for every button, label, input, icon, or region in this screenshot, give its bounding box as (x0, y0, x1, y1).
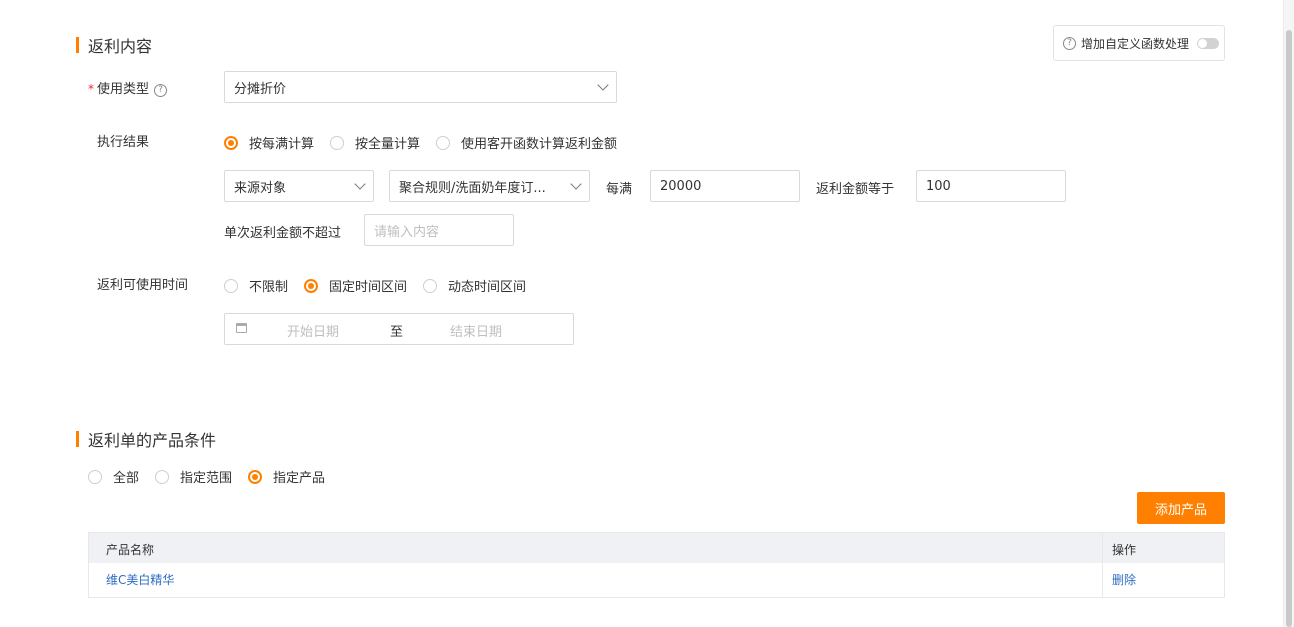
radio-label: 动态时间区间 (448, 280, 527, 295)
chevron-down-icon (354, 178, 366, 190)
column-header-product-name: 产品名称 (106, 543, 155, 557)
radio-circle (304, 278, 319, 293)
start-date-input[interactable]: 开始日期 (287, 321, 339, 340)
every-label: 每满 (606, 182, 633, 197)
section-accent-bar (76, 431, 79, 447)
radio-full-amount[interactable]: 按全量计算 (330, 133, 420, 152)
chevron-down-icon (597, 79, 609, 91)
radio-specified-products[interactable]: 指定产品 (248, 467, 325, 486)
rebate-content-title: 返利内容 (88, 37, 153, 56)
delete-product-link[interactable]: 删除 (1112, 571, 1136, 588)
radio-per-threshold[interactable]: 按每满计算 (224, 133, 314, 152)
usage-time-label: 返利可使用时间 (97, 278, 189, 293)
usage-type-value: 分摊折价 (234, 81, 287, 97)
rebate-content-section-title: 返利内容 (76, 33, 152, 57)
custom-function-switch[interactable] (1197, 37, 1220, 49)
product-name-link[interactable]: 维C美白精华 (106, 571, 174, 588)
usage-time-radio-group: 不限制 固定时间区间 动态时间区间 (224, 276, 542, 295)
radio-circle (155, 469, 170, 484)
radio-label: 按全量计算 (355, 137, 421, 152)
radio-circle (224, 278, 238, 293)
radio-circle (423, 278, 438, 293)
chevron-down-icon (570, 178, 582, 190)
execution-result-label: 执行结果 (97, 135, 150, 150)
every-threshold-input[interactable]: 20000 (650, 170, 800, 202)
rebate-equals-label: 返利金额等于 (816, 182, 895, 197)
column-header-action: 操作 (1112, 543, 1137, 557)
end-date-input[interactable]: 结束日期 (450, 321, 502, 340)
radio-circle (88, 469, 102, 484)
product-scope-radio-group: 全部 指定范围 指定产品 (88, 467, 341, 486)
execution-result-radio-group: 按每满计算 按全量计算 使用客开函数计算返利金额 (224, 133, 633, 152)
radio-all-products[interactable]: 全部 (88, 467, 139, 486)
custom-function-label: 增加自定义函数处理 (1081, 36, 1190, 51)
product-conditions-section-title: 返利单的产品条件 (76, 427, 216, 451)
radio-label: 按每满计算 (249, 137, 315, 152)
radio-label: 使用客开函数计算返利金额 (461, 137, 618, 152)
source-object-select[interactable]: 来源对象 (224, 170, 374, 202)
radio-specified-range[interactable]: 指定范围 (155, 467, 232, 486)
question-icon: ? (1063, 36, 1076, 50)
aggregation-rule-select[interactable]: 聚合规则/洗面奶年度订... (389, 170, 590, 202)
add-product-button[interactable]: 添加产品 (1137, 492, 1225, 524)
radio-label: 全部 (113, 471, 140, 486)
source-object-value: 来源对象 (234, 180, 287, 196)
max-amount-label: 单次返利金额不超过 (224, 226, 342, 241)
custom-function-toggle-button[interactable]: ? 增加自定义函数处理 (1053, 25, 1225, 61)
column-divider (1102, 533, 1103, 597)
product-conditions-title: 返利单的产品条件 (88, 431, 217, 450)
radio-circle (436, 135, 451, 150)
aggregation-rule-value: 聚合规则/洗面奶年度订... (399, 180, 546, 196)
radio-label: 不限制 (249, 280, 289, 295)
max-amount-input[interactable]: 请输入内容 (364, 214, 514, 246)
date-range-separator: 至 (390, 325, 404, 340)
radio-dynamic-range[interactable]: 动态时间区间 (423, 276, 526, 295)
section-accent-bar (76, 37, 79, 53)
radio-custom-function[interactable]: 使用客开函数计算返利金额 (436, 133, 617, 152)
radio-label: 固定时间区间 (329, 280, 408, 295)
radio-label: 指定范围 (180, 471, 233, 486)
radio-circle (330, 135, 345, 150)
radio-circle (248, 469, 263, 484)
radio-fixed-range[interactable]: 固定时间区间 (304, 276, 407, 295)
table-header (89, 533, 1224, 563)
max-amount-placeholder: 请输入内容 (374, 224, 440, 240)
rebate-amount-input[interactable]: 100 (916, 170, 1066, 202)
calendar-icon (236, 323, 247, 333)
every-threshold-value: 20000 (660, 178, 702, 194)
usage-type-select[interactable]: 分摊折价 (224, 71, 617, 103)
question-icon[interactable]: ? (154, 84, 168, 97)
usage-type-label-text: 使用类型 (97, 82, 150, 97)
rebate-amount-value: 100 (926, 178, 951, 194)
scrollbar-thumb[interactable] (1286, 30, 1292, 627)
radio-label: 指定产品 (273, 471, 326, 486)
required-mark: * (88, 82, 94, 96)
radio-circle (224, 135, 238, 150)
product-table: 产品名称 操作 维C美白精华 删除 (88, 532, 1225, 598)
usage-type-label: * 使用类型? (88, 78, 168, 97)
radio-unlimited[interactable]: 不限制 (224, 276, 288, 295)
date-range-picker[interactable]: 开始日期 至 结束日期 (224, 313, 574, 345)
